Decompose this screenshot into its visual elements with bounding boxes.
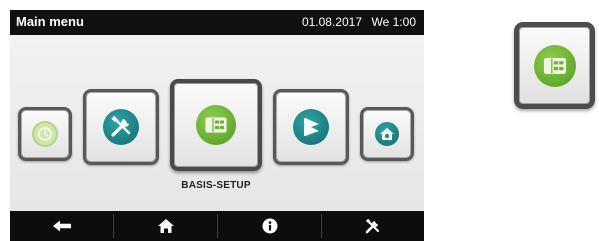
tools-icon	[365, 218, 379, 234]
heat-pump-icon	[196, 105, 236, 145]
selected-item-label: BASIS-SETUP	[181, 180, 251, 191]
footer-bar	[10, 211, 424, 241]
time-display: We 1:00	[371, 15, 416, 29]
date-display: 01.08.2017	[301, 15, 362, 29]
main-menu-carousel: BASIS-SETUP	[10, 35, 424, 211]
flag-tile[interactable]	[273, 89, 349, 165]
info-icon	[262, 218, 277, 234]
tools-button[interactable]	[322, 211, 424, 241]
clock-tile[interactable]	[18, 107, 72, 161]
page-title: Main menu	[16, 14, 84, 29]
header-bar: Main menu 01.08.2017 We 1:00	[10, 10, 424, 35]
clock-icon	[32, 121, 58, 147]
flag-icon	[293, 109, 329, 145]
house-settings-icon	[375, 122, 399, 146]
arrow-left-icon	[52, 220, 71, 232]
back-button[interactable]	[10, 211, 113, 241]
home-button[interactable]	[114, 211, 217, 241]
service-tile[interactable]	[83, 89, 159, 165]
device-screen: Main menu 01.08.2017 We 1:00 BASIS-SETUP	[10, 10, 424, 241]
basis-setup-tile[interactable]	[170, 79, 262, 171]
info-button[interactable]	[218, 211, 321, 241]
house-tile[interactable]	[360, 107, 414, 161]
basis-setup-tile-enlarged	[514, 22, 595, 109]
tools-icon	[103, 109, 139, 145]
heat-pump-icon	[534, 45, 576, 87]
home-icon	[157, 219, 174, 233]
